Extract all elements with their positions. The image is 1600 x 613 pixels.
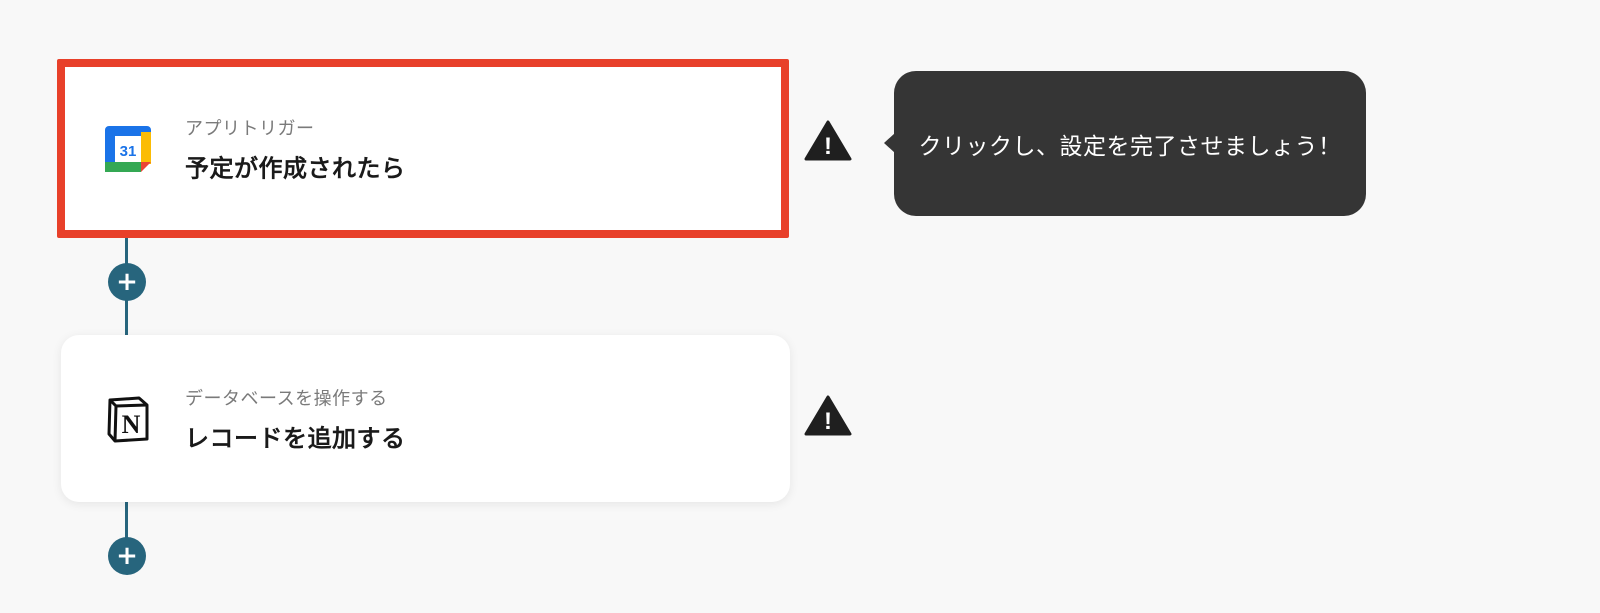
action-step-subtitle: データベースを操作する <box>185 388 388 409</box>
add-step-button[interactable]: + <box>108 537 146 575</box>
warning-icon[interactable]: ! <box>804 119 852 161</box>
trigger-step-subtitle: アプリトリガー <box>185 118 315 139</box>
action-step-card[interactable]: N データベースを操作する レコードを追加する <box>61 335 790 502</box>
action-step-title: レコードを追加する <box>185 424 406 452</box>
setup-tooltip: クリックし、設定を完了させましょう！ <box>884 71 1366 216</box>
warning-icon[interactable]: ! <box>804 394 852 436</box>
warning-mark: ! <box>824 408 832 435</box>
notion-letter: N <box>122 410 141 439</box>
trigger-step-card[interactable]: 31 アプリトリガー 予定が作成されたら <box>57 59 789 238</box>
warning-mark: ! <box>824 133 832 160</box>
plus-icon: + <box>116 541 138 571</box>
tooltip-text: クリックし、設定を完了させましょう！ <box>918 133 1342 160</box>
trigger-step-text: アプリトリガー 予定が作成されたら <box>185 114 406 183</box>
action-step-text: データベースを操作する レコードを追加する <box>185 384 406 453</box>
plus-icon: + <box>116 267 138 297</box>
trigger-step-title: 予定が作成されたら <box>185 154 406 182</box>
add-step-button[interactable]: + <box>108 263 146 301</box>
calendar-day-label: 31 <box>120 143 137 160</box>
notion-icon: N <box>107 396 149 442</box>
google-calendar-icon: 31 <box>105 125 151 172</box>
